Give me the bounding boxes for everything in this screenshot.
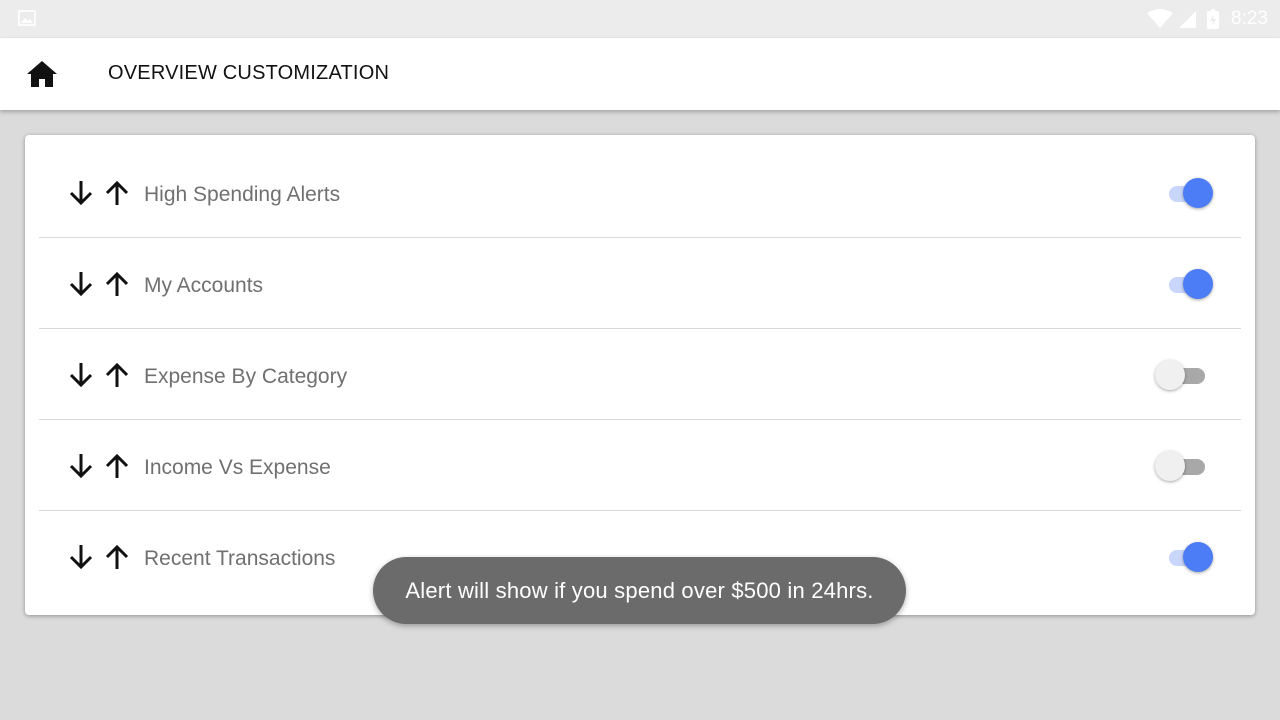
list-item-label: High Spending Alerts (144, 183, 341, 206)
signal-icon (1179, 11, 1197, 28)
toggle-thumb (1183, 178, 1213, 208)
list-item: Income Vs Expense (39, 421, 1241, 511)
arrow-down-icon[interactable] (66, 178, 96, 208)
page-title: OVERVIEW CUSTOMIZATION (108, 62, 390, 84)
app-bar: OVERVIEW CUSTOMIZATION (0, 38, 1280, 110)
list-item: Expense By Category (39, 330, 1241, 420)
list-item-label: Income Vs Expense (144, 456, 331, 479)
list-item-label: Expense By Category (144, 365, 348, 388)
toggle-thumb (1155, 451, 1185, 481)
widget-list-card: High Spending Alerts My Accounts Expense… (25, 135, 1255, 615)
arrow-down-icon[interactable] (66, 542, 96, 572)
toggle-switch[interactable] (1159, 267, 1219, 301)
battery-charging-icon (1207, 9, 1220, 29)
arrow-down-icon[interactable] (66, 451, 96, 481)
status-time: 8:23 (1231, 8, 1268, 29)
toggle-thumb (1183, 269, 1213, 299)
arrow-down-icon[interactable] (66, 360, 96, 390)
arrow-up-icon[interactable] (102, 178, 132, 208)
toggle-thumb (1183, 542, 1213, 572)
status-bar: 8:23 (0, 0, 1280, 38)
arrow-up-icon[interactable] (102, 360, 132, 390)
toggle-thumb (1155, 360, 1185, 390)
list-item: My Accounts (39, 239, 1241, 329)
arrow-up-icon[interactable] (102, 269, 132, 299)
list-item-label: Recent Transactions (144, 547, 336, 570)
arrow-down-icon[interactable] (66, 269, 96, 299)
status-icons: 8:23 (1147, 0, 1280, 38)
list-item-label: My Accounts (144, 274, 264, 297)
toggle-switch[interactable] (1155, 358, 1219, 392)
toggle-switch[interactable] (1159, 176, 1219, 210)
toggle-switch[interactable] (1155, 449, 1219, 483)
arrow-up-icon[interactable] (102, 451, 132, 481)
gallery-icon (18, 10, 36, 26)
arrow-up-icon[interactable] (102, 542, 132, 572)
toggle-switch[interactable] (1159, 540, 1219, 574)
wifi-icon (1147, 9, 1174, 28)
list-item: High Spending Alerts (39, 148, 1241, 238)
home-icon (27, 61, 57, 87)
toast-message: Alert will show if you spend over $500 i… (373, 557, 906, 624)
home-button[interactable] (25, 58, 59, 90)
